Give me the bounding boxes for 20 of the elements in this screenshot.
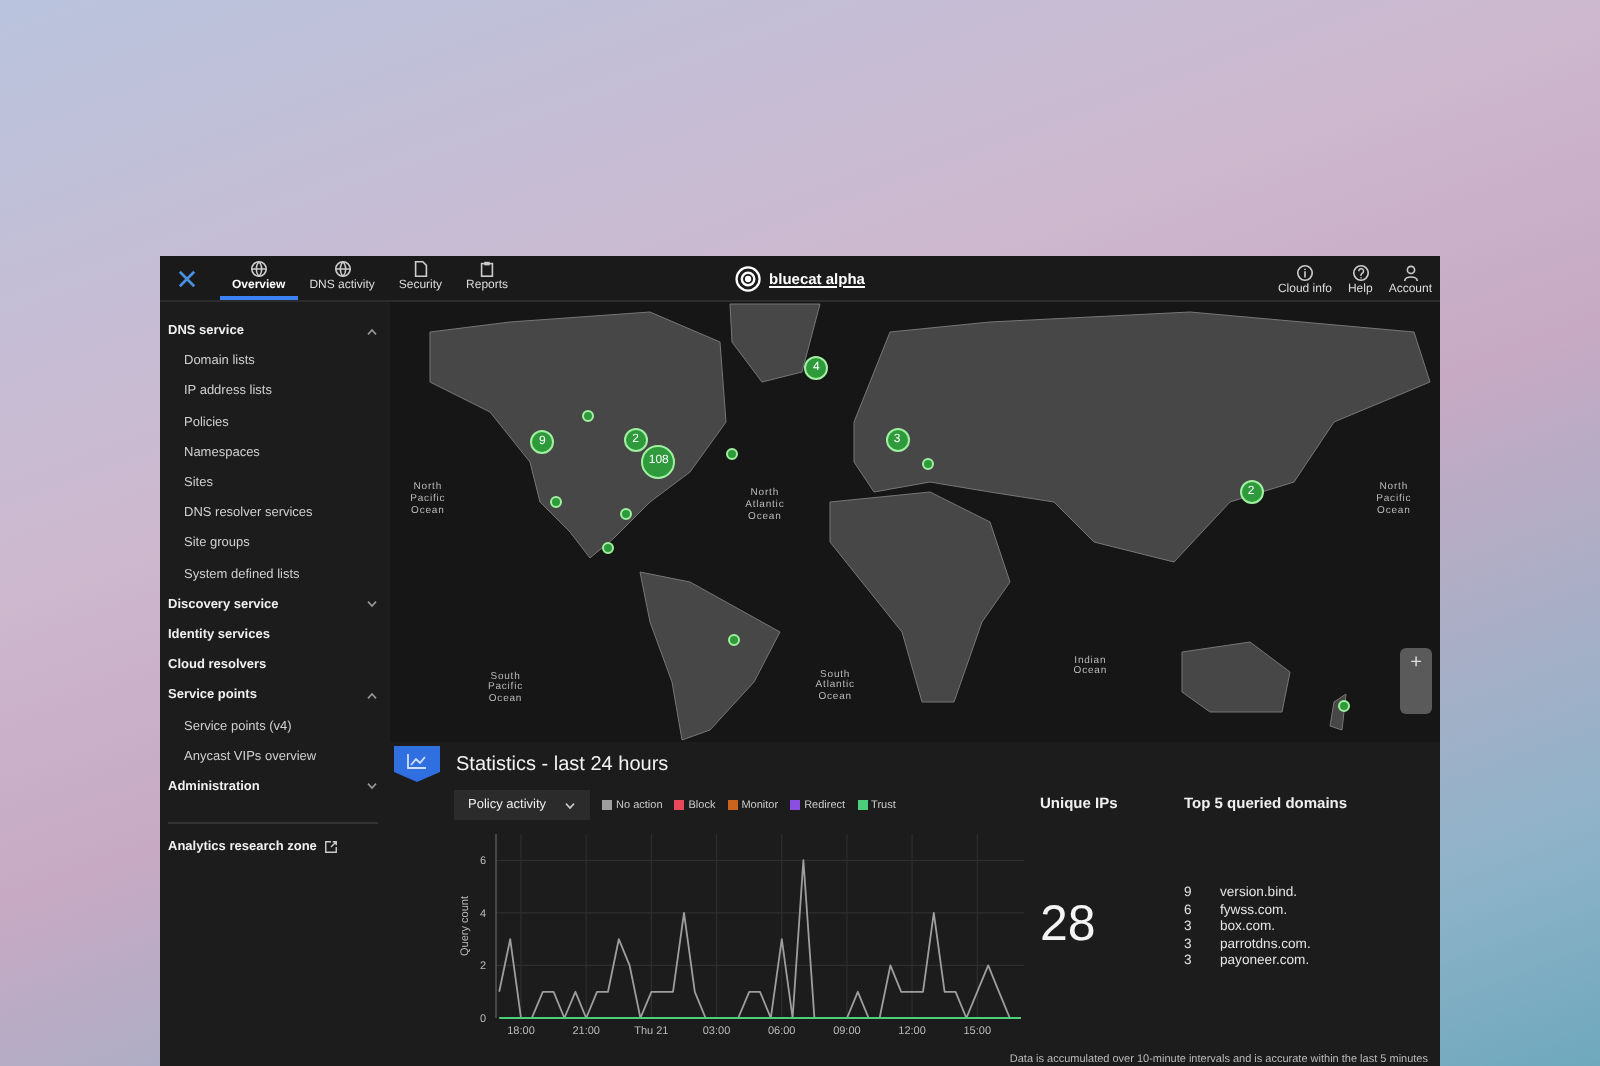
unique-ips-count: 28 (1040, 896, 1096, 954)
globe-icon (249, 260, 268, 278)
location-marker[interactable] (726, 448, 739, 461)
globe-icon (333, 260, 352, 278)
help-icon (1351, 264, 1370, 282)
person-icon (1401, 264, 1420, 282)
chevron-up-icon[interactable] (366, 691, 378, 700)
zoom-in-button[interactable]: + (1400, 648, 1432, 715)
logo-icon (735, 265, 762, 291)
chevron-down-icon[interactable] (366, 600, 378, 609)
caret-icon (564, 801, 577, 809)
external-link-icon (324, 840, 339, 854)
close-icon[interactable] (177, 269, 195, 287)
chart-icon (394, 746, 440, 782)
info-icon (1295, 264, 1314, 282)
clipboard-icon (478, 260, 497, 278)
chevron-up-icon[interactable] (366, 327, 378, 336)
statistics-title: Statistics - last 24 hours (456, 753, 669, 775)
chevron-down-icon[interactable] (366, 782, 378, 791)
document-icon (411, 260, 430, 278)
